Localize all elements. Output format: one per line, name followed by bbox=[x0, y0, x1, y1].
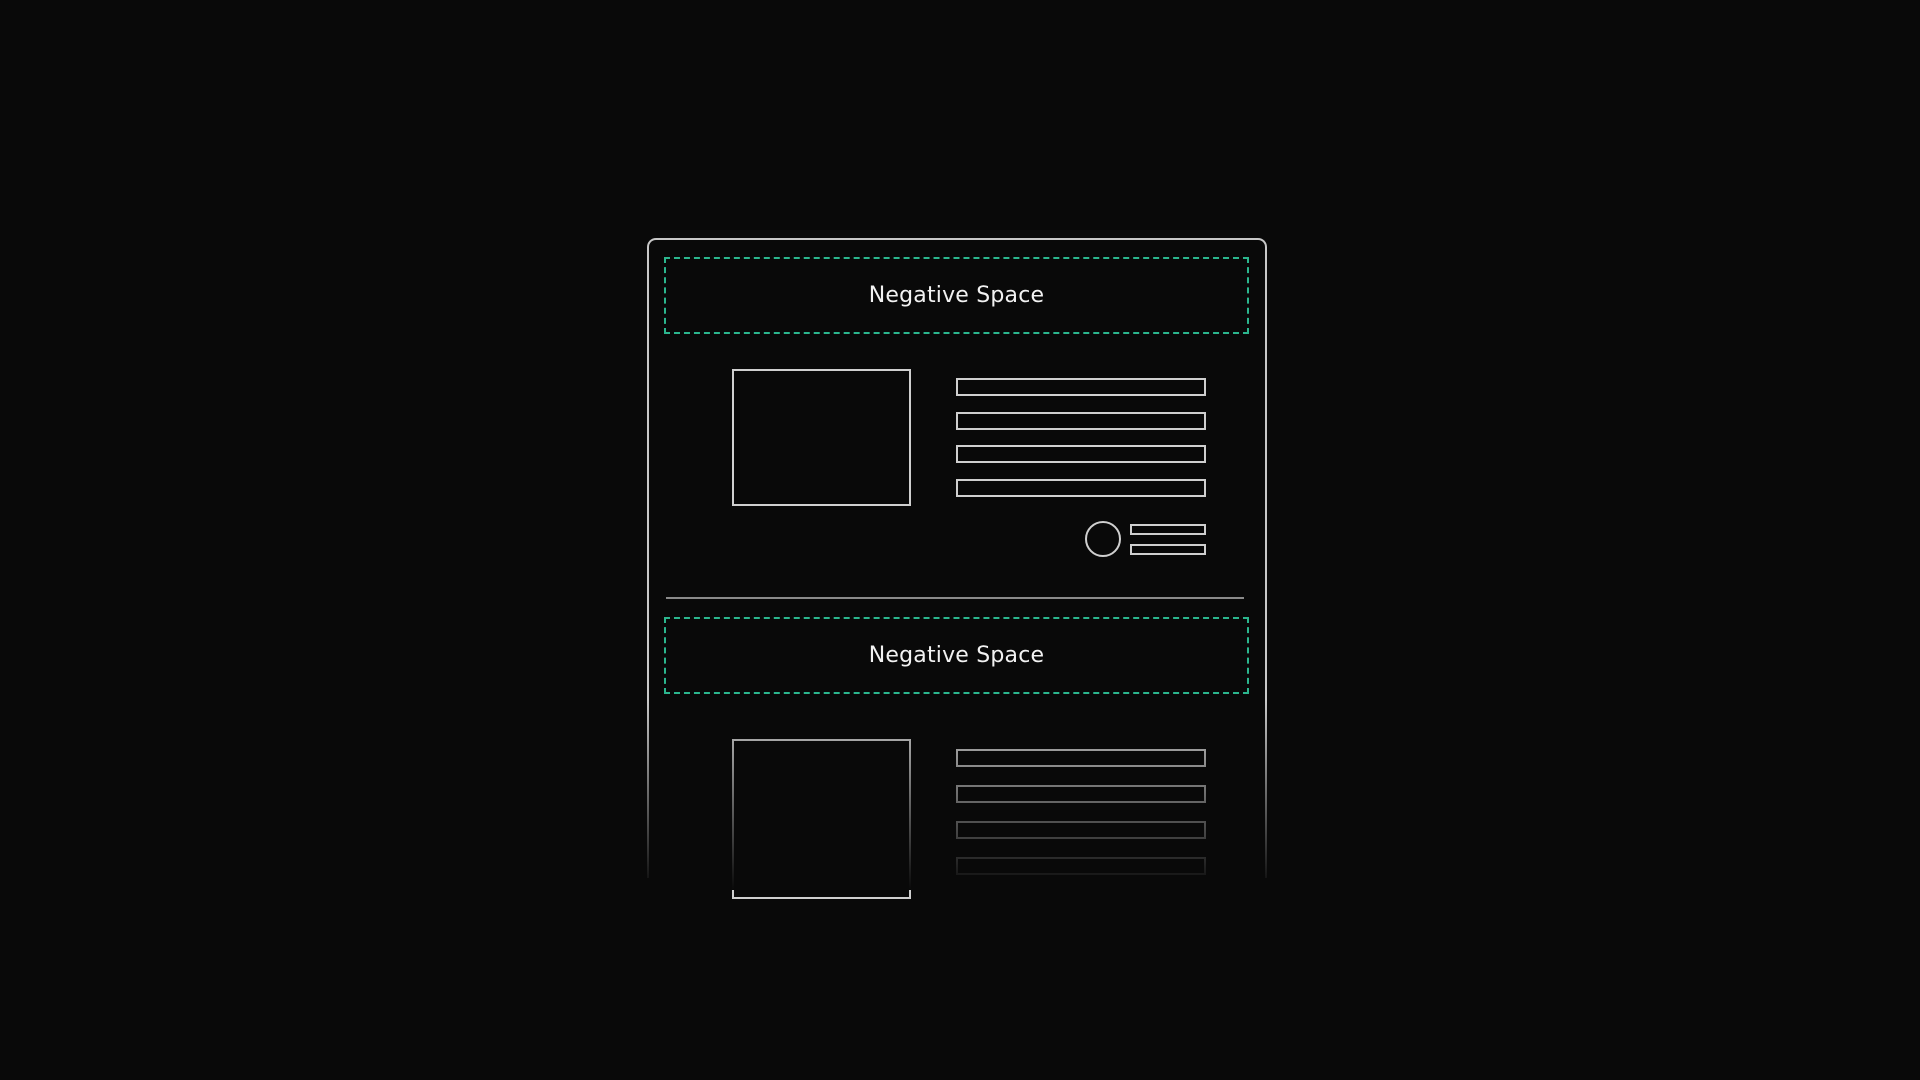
image-placeholder bbox=[732, 369, 911, 506]
text-line-placeholder bbox=[956, 821, 1206, 839]
text-line-placeholder bbox=[956, 412, 1206, 430]
meta-line-placeholder bbox=[1130, 544, 1206, 555]
text-line-placeholder bbox=[956, 479, 1206, 497]
negative-space-region-bottom: Negative Space bbox=[664, 617, 1249, 694]
section-divider bbox=[666, 597, 1244, 599]
avatar-placeholder-icon bbox=[1085, 521, 1121, 557]
negative-space-label: Negative Space bbox=[868, 643, 1045, 668]
text-line-placeholder bbox=[956, 857, 1206, 875]
negative-space-label: Negative Space bbox=[868, 283, 1045, 308]
image-placeholder bbox=[732, 739, 911, 899]
negative-space-region-top: Negative Space bbox=[664, 257, 1249, 334]
text-line-placeholder bbox=[956, 785, 1206, 803]
text-line-placeholder bbox=[956, 749, 1206, 767]
text-line-placeholder bbox=[956, 445, 1206, 463]
meta-line-placeholder bbox=[1130, 524, 1206, 535]
text-line-placeholder bbox=[956, 378, 1206, 396]
